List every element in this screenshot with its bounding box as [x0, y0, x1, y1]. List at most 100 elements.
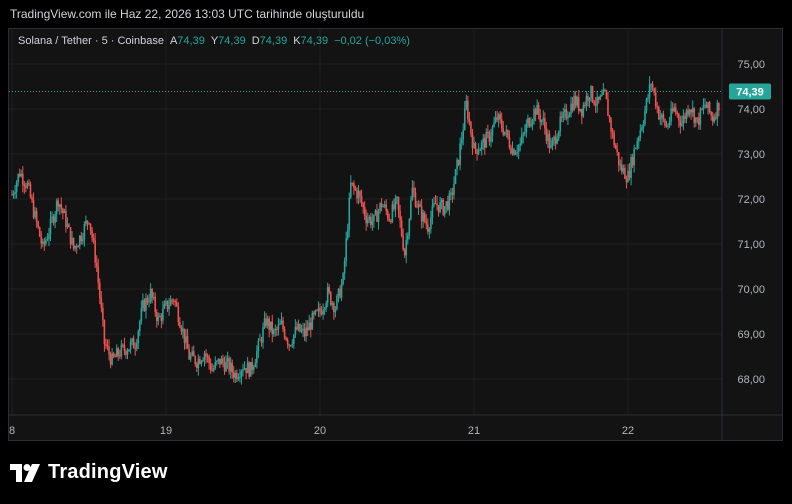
candle-body — [229, 362, 232, 372]
candle-body — [49, 218, 52, 235]
candle-body — [83, 224, 86, 240]
candle-body — [491, 126, 494, 137]
candle-body — [37, 221, 39, 228]
candle-body — [20, 173, 23, 177]
candle-body — [291, 343, 294, 346]
candle-body — [303, 328, 306, 337]
candle-body — [26, 182, 29, 188]
candle-body — [617, 152, 620, 165]
candle-body — [311, 312, 314, 330]
candle-body — [447, 201, 449, 210]
candle-body — [396, 196, 398, 199]
candle-body — [186, 336, 189, 350]
candle-body — [14, 192, 16, 195]
candle-body — [442, 199, 444, 215]
candle-body — [630, 157, 632, 178]
candle-body — [576, 97, 578, 106]
candle-body — [74, 245, 76, 249]
candle-body — [313, 312, 315, 315]
candle-body — [539, 114, 542, 122]
candle-body — [25, 186, 27, 188]
candle-body — [191, 351, 193, 356]
candle-body — [262, 327, 264, 343]
candle-body — [474, 143, 477, 150]
candle-body — [143, 299, 146, 311]
candle-body — [35, 210, 38, 222]
candle-body — [251, 362, 254, 370]
candle-body — [399, 210, 401, 221]
candle-body — [383, 204, 386, 207]
candle-body — [98, 282, 101, 299]
candle-body — [228, 358, 230, 372]
candle-body — [102, 307, 104, 320]
candle-body — [94, 240, 96, 263]
candle-body — [456, 159, 458, 170]
symbol-title[interactable]: Solana / Tether · 5 · Coinbase — [18, 35, 164, 47]
candle-body — [661, 114, 663, 118]
candle-body — [203, 353, 206, 360]
candle-body — [60, 204, 63, 209]
candle-body — [225, 361, 227, 372]
candle-body — [608, 116, 611, 119]
candle-body — [100, 298, 103, 308]
candle-body — [135, 343, 138, 349]
candle-body — [172, 300, 175, 302]
candle-body — [488, 132, 491, 142]
candle-body — [356, 189, 358, 199]
candle-body — [68, 224, 70, 228]
candle-body — [511, 149, 514, 154]
candle-body — [713, 117, 716, 122]
candle-body — [504, 131, 506, 135]
x-tick-label: 19 — [160, 425, 172, 437]
candle-body — [662, 114, 665, 120]
candle-body — [269, 321, 272, 330]
candle-body — [670, 108, 672, 122]
candle-body — [610, 118, 612, 132]
candle-body — [260, 339, 263, 343]
candle-body — [155, 312, 158, 322]
candle-body — [391, 204, 394, 222]
candle-body — [596, 96, 598, 106]
candle-body — [547, 133, 549, 141]
candle-body — [436, 203, 438, 206]
candle-body — [585, 96, 588, 106]
candle-body — [604, 89, 606, 91]
candle-body — [211, 370, 213, 372]
candle-body — [179, 322, 181, 328]
candle-body — [273, 329, 275, 335]
candle-body — [23, 184, 26, 187]
candle-body — [205, 353, 207, 357]
candle-body — [530, 124, 532, 127]
candle-body — [533, 109, 535, 121]
candle-body — [183, 328, 186, 343]
candle-body — [192, 351, 195, 357]
candle-body — [77, 246, 80, 248]
candle-body — [148, 301, 150, 303]
candle-body — [477, 150, 480, 154]
candle-body — [216, 361, 218, 363]
candle-body — [309, 322, 312, 330]
candle-body — [360, 195, 363, 204]
candle-body — [711, 115, 714, 122]
candle-body — [236, 373, 238, 380]
candle-body — [582, 105, 585, 117]
candle-body — [718, 102, 720, 111]
candle-body — [487, 132, 489, 134]
candle-body — [654, 92, 657, 107]
candle-body — [279, 323, 281, 325]
candle-body — [45, 240, 47, 245]
candle-body — [212, 368, 215, 371]
candle-body — [353, 183, 355, 188]
close-value: 74,39 — [300, 35, 329, 47]
candle-body — [405, 240, 408, 256]
candle-body — [265, 318, 267, 326]
candle-body — [507, 129, 509, 138]
candle-body — [693, 108, 696, 123]
price-chart[interactable]: 68,00 69,00 70,00 71,00 72,00 73,00 74,00 75,00… — [0, 0, 792, 504]
candle-body — [38, 227, 41, 237]
y-tick-label: 68,00 — [737, 374, 765, 386]
candle-body — [560, 116, 563, 118]
candle-body — [510, 147, 512, 154]
candle-body — [320, 311, 323, 315]
candle-body — [505, 129, 508, 132]
